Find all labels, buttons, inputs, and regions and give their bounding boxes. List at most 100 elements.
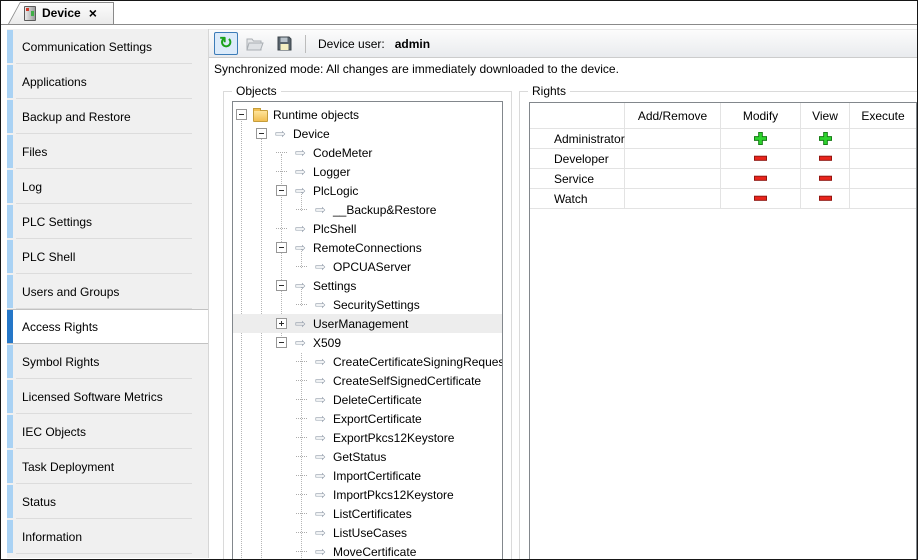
tree-node-deletecertificate[interactable]: ⇨DeleteCertificate	[233, 390, 502, 409]
rights-cell-service-execute[interactable]	[850, 169, 916, 189]
tree-node-importcertificate[interactable]: ⇨ImportCertificate	[233, 466, 502, 485]
rights-cell-watch-view[interactable]	[801, 189, 850, 209]
rights-cell-watch-execute[interactable]	[850, 189, 916, 209]
tree-node-label: ExportPkcs12Keystore	[333, 431, 454, 445]
tree-node-importpkcs12keystore[interactable]: ⇨ImportPkcs12Keystore	[233, 485, 502, 504]
rights-cell-administrator-view[interactable]	[801, 129, 850, 149]
sidebar-item-files[interactable]: Files	[7, 134, 208, 169]
tree-node-x509[interactable]: ⇨X509	[233, 333, 502, 352]
collapse-icon[interactable]	[276, 242, 287, 253]
rights-cell-watch-add-remove[interactable]	[625, 189, 721, 209]
sidebar-item-plc-shell[interactable]: PLC Shell	[7, 239, 208, 274]
rights-cell-developer-modify[interactable]	[721, 149, 801, 169]
sidebar-item-label: Status	[22, 495, 56, 509]
tree-node-backup-restore[interactable]: ⇨ __Backup&Restore	[233, 200, 502, 219]
tree-branch-stub	[296, 361, 307, 362]
editor-tab-bar: Device ×	[1, 1, 917, 25]
runtime-object-arrow-icon: ⇨	[293, 146, 308, 159]
collapse-icon[interactable]	[276, 185, 287, 196]
tree-node-codemeter[interactable]: ⇨ CodeMeter	[233, 143, 502, 162]
tree-node-plclogic[interactable]: ⇨PlcLogic	[233, 181, 502, 200]
tree-branch-stub	[296, 418, 307, 419]
sidebar-item-label: IEC Objects	[22, 425, 86, 439]
rights-cell-developer-view[interactable]	[801, 149, 850, 169]
sidebar-item-information[interactable]: Information	[7, 519, 208, 554]
tree-node-listusecases[interactable]: ⇨ListUseCases	[233, 523, 502, 542]
rights-cell-administrator-modify[interactable]	[721, 129, 801, 149]
tree-node-movecertificate[interactable]: ⇨MoveCertificate	[233, 542, 502, 560]
denied-minus-icon	[754, 172, 767, 185]
rights-cell-service-modify[interactable]	[721, 169, 801, 189]
rights-cell-watch-modify[interactable]	[721, 189, 801, 209]
sidebar-item-backup-and-restore[interactable]: Backup and Restore	[7, 99, 208, 134]
sidebar-item-symbol-rights[interactable]: Symbol Rights	[7, 344, 208, 379]
sidebar-item-applications[interactable]: Applications	[7, 64, 208, 99]
tree-node-createselfsignedcertificate[interactable]: ⇨CreateSelfSignedCertificate	[233, 371, 502, 390]
device-user-label: Device user:	[318, 37, 385, 51]
tab-device[interactable]: Device ×	[8, 2, 114, 24]
tree-node-listcertificates[interactable]: ⇨ListCertificates	[233, 504, 502, 523]
runtime-object-arrow-icon: ⇨	[313, 488, 328, 501]
import-button[interactable]	[243, 32, 267, 55]
tree-node-label: CodeMeter	[313, 146, 372, 160]
collapse-icon[interactable]	[276, 337, 287, 348]
sidebar-item-plc-settings[interactable]: PLC Settings	[7, 204, 208, 239]
tree-node-label: RemoteConnections	[313, 241, 422, 255]
tree-branch-stub	[296, 551, 307, 552]
tree-node-device[interactable]: ⇨Device	[233, 124, 502, 143]
device-editor-window: Device × Communication SettingsApplicati…	[0, 0, 918, 560]
tree-branch-stub	[296, 513, 307, 514]
tree-node-settings[interactable]: ⇨Settings	[233, 276, 502, 295]
tree-node-runtime-objects[interactable]: Runtime objects	[233, 105, 502, 124]
rights-col-header-view: View	[801, 103, 850, 129]
expand-icon[interactable]	[276, 318, 287, 329]
collapse-icon[interactable]	[276, 280, 287, 291]
collapse-icon[interactable]	[256, 128, 267, 139]
tree-node-plcshell[interactable]: ⇨PlcShell	[233, 219, 502, 238]
sidebar-item-log[interactable]: Log	[7, 169, 208, 204]
runtime-object-arrow-icon: ⇨	[313, 203, 328, 216]
tree-node-createcertificatesigningrequest[interactable]: ⇨CreateCertificateSigningRequest	[233, 352, 502, 371]
close-icon[interactable]: ×	[89, 6, 97, 20]
tree-node-getstatus[interactable]: ⇨GetStatus	[233, 447, 502, 466]
sidebar-item-iec-objects[interactable]: IEC Objects	[7, 414, 208, 449]
rights-cell-developer-execute[interactable]	[850, 149, 916, 169]
rights-cell-developer-add-remove[interactable]	[625, 149, 721, 169]
rights-cell-administrator-execute[interactable]	[850, 129, 916, 149]
collapse-icon[interactable]	[236, 109, 247, 120]
tree-node-usermanagement[interactable]: ⇨UserManagement	[233, 314, 502, 333]
tree-node-logger[interactable]: ⇨Logger	[233, 162, 502, 181]
sidebar-item-status[interactable]: Status	[7, 484, 208, 519]
tree-node-opcuaserver[interactable]: ⇨OPCUAServer	[233, 257, 502, 276]
rights-cell-service-add-remove[interactable]	[625, 169, 721, 189]
sidebar-item-label: Information	[22, 530, 82, 544]
rights-role-label: Watch	[530, 189, 625, 209]
tree-branch-stub	[296, 532, 307, 533]
export-button[interactable]	[272, 32, 296, 55]
rights-cell-service-view[interactable]	[801, 169, 850, 189]
tab-title: Device	[42, 6, 81, 20]
rights-cell-administrator-add-remove[interactable]	[625, 129, 721, 149]
rights-col-header-execute: Execute	[850, 103, 916, 129]
tree-node-label: __Backup&Restore	[333, 203, 436, 217]
synchronize-button[interactable]: ↻	[214, 32, 238, 55]
access-rights-toolbar: ↻ Device user: admin	[209, 29, 917, 58]
sync-mode-status-text: Synchronized mode: All changes are immed…	[214, 62, 619, 76]
sidebar-item-access-rights[interactable]: Access Rights	[7, 309, 208, 344]
runtime-object-arrow-icon: ⇨	[313, 298, 328, 311]
rights-groupbox-label: Rights	[528, 84, 570, 98]
tree-node-remoteconnections[interactable]: ⇨RemoteConnections	[233, 238, 502, 257]
tree-node-exportcertificate[interactable]: ⇨ExportCertificate	[233, 409, 502, 428]
tree-node-exportpkcs12keystore[interactable]: ⇨ExportPkcs12Keystore	[233, 428, 502, 447]
tree-node-securitysettings[interactable]: ⇨SecuritySettings	[233, 295, 502, 314]
sidebar-item-communication-settings[interactable]: Communication Settings	[7, 29, 208, 64]
tree-branch-stub	[296, 475, 307, 476]
sidebar-item-task-deployment[interactable]: Task Deployment	[7, 449, 208, 484]
tree-branch-stub	[276, 152, 287, 153]
objects-tree[interactable]: Runtime objects⇨Device⇨CodeMeter⇨Logger⇨…	[232, 101, 503, 560]
sidebar-item-licensed-software-metrics[interactable]: Licensed Software Metrics	[7, 379, 208, 414]
runtime-object-arrow-icon: ⇨	[273, 127, 288, 140]
sidebar-item-label: Access Rights	[22, 320, 98, 334]
tree-node-label: ListCertificates	[333, 507, 412, 521]
sidebar-item-users-and-groups[interactable]: Users and Groups	[7, 274, 208, 309]
